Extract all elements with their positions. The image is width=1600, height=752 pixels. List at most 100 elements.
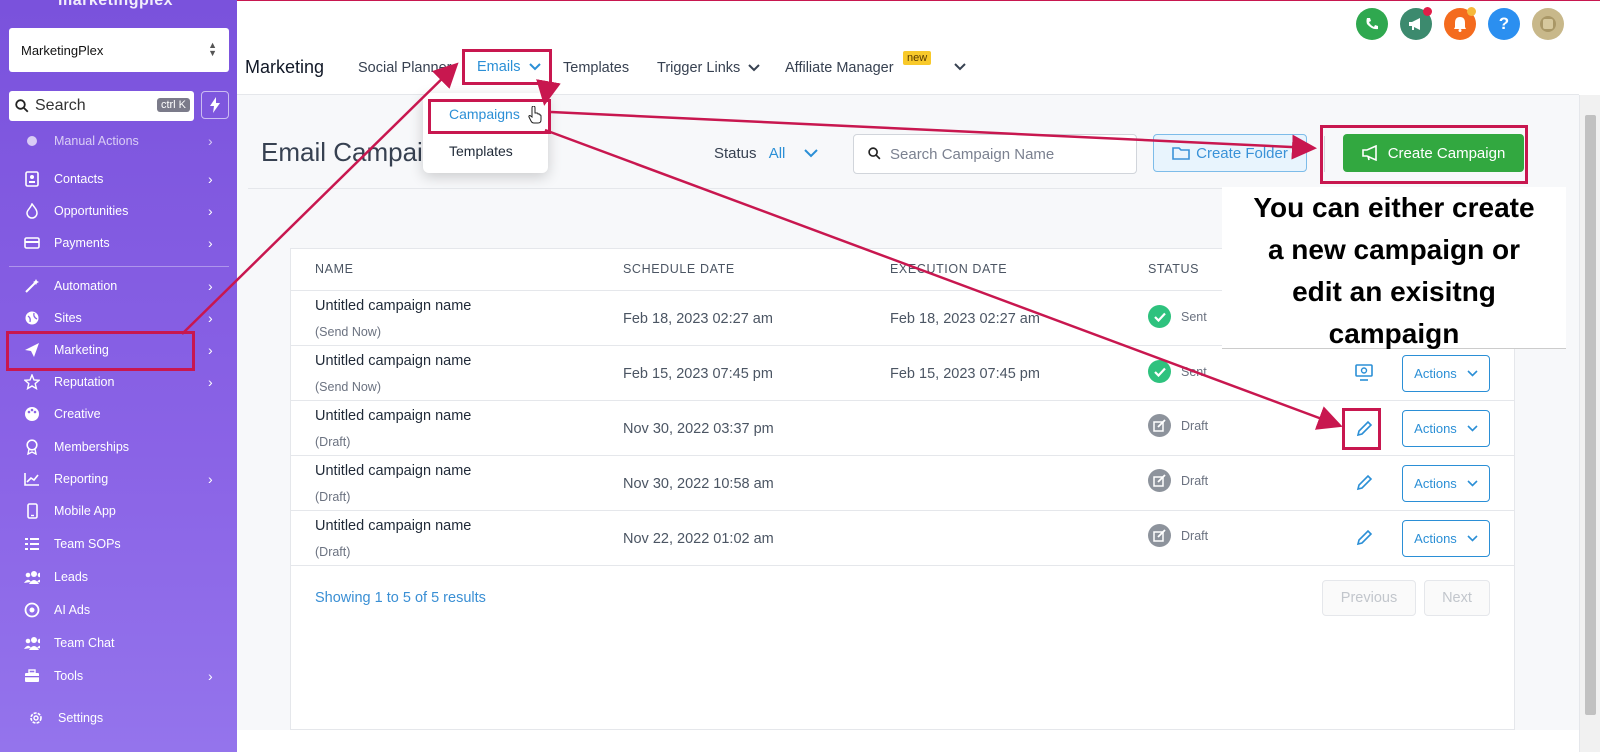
- tab-label: Social Planner: [358, 60, 452, 76]
- scrollbar-thumb[interactable]: [1585, 115, 1596, 715]
- sidebar: marketingplex MarketingPlex ▲ ▼ Search ct…: [0, 0, 237, 752]
- search-shortcut: ctrl K: [156, 98, 190, 112]
- quick-actions-button[interactable]: [201, 91, 229, 119]
- sidebar-item-creative[interactable]: Creative: [0, 399, 237, 429]
- next-button[interactable]: Next: [1424, 580, 1490, 616]
- sidebar-item-label: Settings: [58, 711, 104, 725]
- user-avatar[interactable]: [1532, 8, 1564, 40]
- sidebar-item-leads[interactable]: Leads: [0, 562, 237, 592]
- sidebar-item-label: Reputation: [54, 375, 115, 389]
- chart-icon: [24, 471, 40, 487]
- select-arrows-icon: ▲ ▼: [208, 40, 217, 58]
- sidebar-item-payments[interactable]: Payments ›: [0, 228, 237, 258]
- contacts-icon: [24, 171, 40, 187]
- annotation-line: a new campaign or: [1267, 234, 1521, 265]
- badge-icon: [24, 439, 40, 455]
- chevron-right-icon: ›: [208, 471, 213, 487]
- sidebar-item-reporting[interactable]: Reporting ›: [0, 464, 237, 494]
- sidebar-item-team-chat[interactable]: Team Chat: [0, 628, 237, 658]
- more-tabs-button[interactable]: [954, 63, 966, 71]
- col-header-execution-date[interactable]: EXECUTION DATE: [890, 262, 1007, 276]
- sidebar-item-settings[interactable]: Settings: [0, 703, 237, 733]
- page-scrollbar[interactable]: [1579, 95, 1600, 752]
- tab-trigger-links[interactable]: Trigger Links: [657, 60, 760, 76]
- edit-pencil-icon[interactable]: [1353, 527, 1375, 549]
- chevron-right-icon: ›: [208, 235, 213, 251]
- status-value: All: [768, 145, 786, 162]
- help-button[interactable]: ?: [1488, 8, 1520, 40]
- preview-icon[interactable]: [1353, 362, 1375, 384]
- menu-item-templates[interactable]: Templates: [449, 143, 513, 159]
- toolbar-divider: [248, 188, 1228, 189]
- schedule-date: Feb 18, 2023 02:27 am: [623, 311, 773, 327]
- chevron-right-icon: ›: [208, 342, 213, 358]
- sidebar-item-memberships[interactable]: Memberships: [0, 432, 237, 462]
- sidebar-item-opportunities[interactable]: Opportunities ›: [0, 196, 237, 226]
- tab-affiliate-manager[interactable]: Affiliate Manager: [785, 60, 894, 76]
- tab-templates[interactable]: Templates: [563, 60, 629, 76]
- edit-pencil-icon[interactable]: [1353, 472, 1375, 494]
- highlight-edit-pencil: [1342, 408, 1381, 450]
- actions-button[interactable]: Actions: [1402, 355, 1490, 392]
- account-switcher[interactable]: MarketingPlex ▲ ▼: [9, 28, 229, 72]
- phone-call-button[interactable]: [1356, 8, 1388, 40]
- draft-edit-icon: [1148, 469, 1171, 492]
- sent-check-icon: [1148, 360, 1171, 383]
- sent-check-icon: [1148, 305, 1171, 328]
- chevron-right-icon: ›: [208, 310, 213, 326]
- search-campaign-input[interactable]: Search Campaign Name: [853, 134, 1137, 174]
- announcements-button[interactable]: [1400, 7, 1432, 40]
- draft-edit-icon: [1148, 414, 1171, 437]
- new-badge: new: [903, 51, 932, 65]
- annotation-line: campaign: [1328, 318, 1460, 349]
- chevron-right-icon: ›: [208, 278, 213, 294]
- sidebar-item-ai-ads[interactable]: AI Ads: [0, 595, 237, 625]
- highlight-emails: [462, 49, 552, 85]
- notification-dot: [1423, 7, 1432, 16]
- actions-button[interactable]: Actions: [1402, 410, 1490, 447]
- sidebar-item-label: Reporting: [54, 472, 109, 486]
- campaign-name-link[interactable]: Untitled campaign name: [315, 463, 471, 479]
- card-icon: [24, 235, 40, 251]
- sidebar-item-reputation[interactable]: Reputation ›: [0, 367, 237, 397]
- annotation-line: edit an exisitng: [1292, 276, 1496, 307]
- sidebar-item-manual-actions[interactable]: Manual Actions ›: [0, 131, 237, 151]
- phone-icon: [24, 503, 40, 519]
- chevron-right-icon: ›: [208, 171, 213, 187]
- col-header-schedule-date[interactable]: SCHEDULE DATE: [623, 262, 735, 276]
- actions-button[interactable]: Actions: [1402, 465, 1490, 502]
- actions-button[interactable]: Actions: [1402, 520, 1490, 557]
- campaign-name-link[interactable]: Untitled campaign name: [315, 518, 471, 534]
- create-folder-label: Create Folder: [1196, 144, 1288, 162]
- sidebar-item-automation[interactable]: Automation ›: [0, 271, 237, 301]
- tab-social-planner[interactable]: Social Planner: [358, 60, 452, 76]
- sidebar-search[interactable]: Search ctrl K: [9, 91, 194, 121]
- notification-dot: [1467, 7, 1476, 16]
- notifications-button[interactable]: [1444, 7, 1476, 40]
- col-header-status[interactable]: STATUS: [1148, 262, 1199, 276]
- status-label: Draft: [1181, 529, 1209, 543]
- sidebar-item-contacts[interactable]: Contacts ›: [0, 164, 237, 194]
- users-icon: [24, 635, 40, 651]
- schedule-date: Nov 30, 2022 10:58 am: [623, 476, 774, 492]
- globe-icon: [24, 310, 40, 326]
- account-name: MarketingPlex: [21, 42, 104, 58]
- campaign-name-link[interactable]: Untitled campaign name: [315, 298, 471, 314]
- previous-button[interactable]: Previous: [1322, 580, 1416, 616]
- sidebar-item-team-sops[interactable]: Team SOPs: [0, 529, 237, 559]
- col-header-name[interactable]: NAME: [315, 262, 354, 276]
- sidebar-item-tools[interactable]: Tools ›: [0, 661, 237, 691]
- status-filter[interactable]: Status All: [714, 145, 818, 162]
- create-folder-button[interactable]: Create Folder: [1153, 134, 1307, 172]
- list-icon: [24, 536, 40, 552]
- sidebar-item-label: Leads: [54, 570, 89, 584]
- sidebar-item-mobile-app[interactable]: Mobile App: [0, 496, 237, 526]
- folder-icon: [1172, 147, 1190, 160]
- execution-date: Feb 18, 2023 02:27 am: [890, 311, 1040, 327]
- sidebar-item-sites[interactable]: Sites ›: [0, 303, 237, 333]
- execution-date: Feb 15, 2023 07:45 pm: [890, 366, 1040, 382]
- campaign-name-link[interactable]: Untitled campaign name: [315, 408, 471, 424]
- status-label: Status: [714, 145, 757, 162]
- campaign-name-link[interactable]: Untitled campaign name: [315, 353, 471, 369]
- schedule-date: Nov 30, 2022 03:37 pm: [623, 421, 774, 437]
